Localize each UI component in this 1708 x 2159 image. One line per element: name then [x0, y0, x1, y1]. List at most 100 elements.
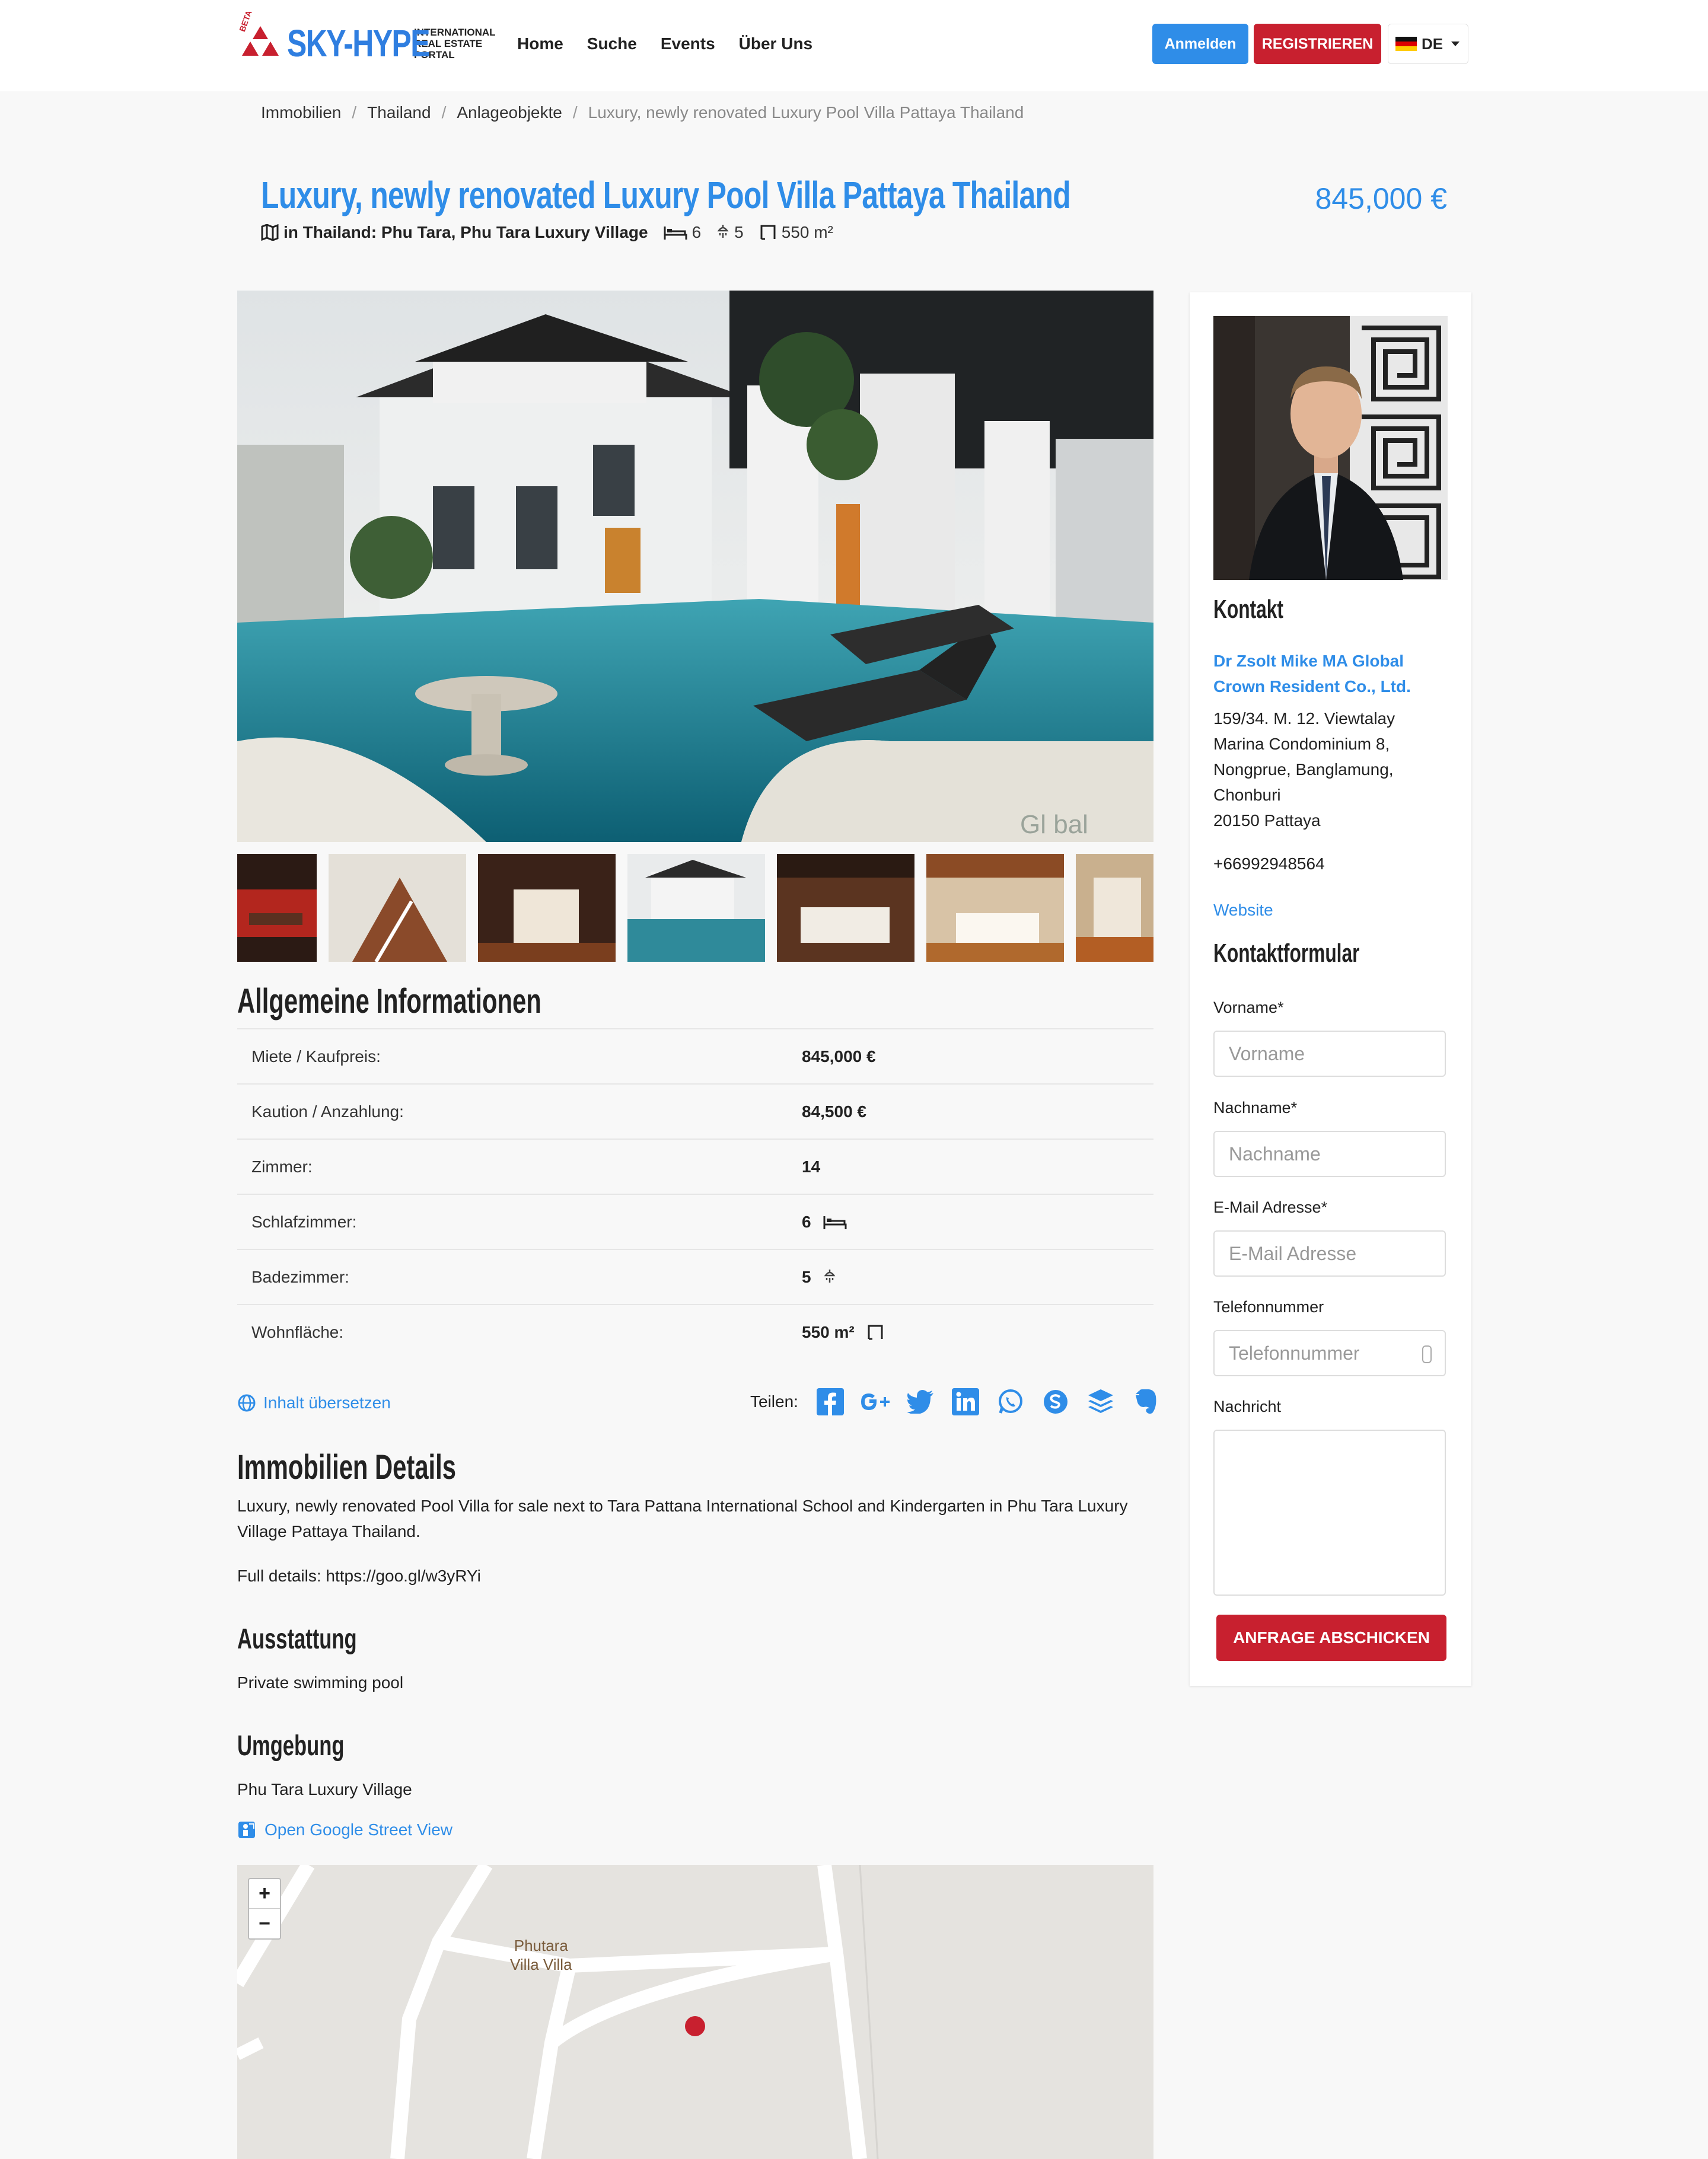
lastname-field[interactable]: Nachname	[1213, 1131, 1446, 1177]
globe-icon	[238, 1394, 256, 1412]
listing-title: Luxury, newly renovated Luxury Pool Vill…	[261, 174, 1071, 216]
row-value: 84,500 €	[802, 1102, 866, 1121]
surroundings-heading: Umgebung	[237, 1730, 345, 1762]
map-icon	[261, 224, 279, 241]
row-value: 845,000 €	[802, 1047, 876, 1066]
street-view-icon	[238, 1822, 255, 1838]
submit-inquiry-button[interactable]: ANFRAGE ABSCHICKEN	[1216, 1615, 1446, 1661]
breadcrumb-separator: /	[572, 103, 578, 122]
map-roads	[237, 1865, 879, 2159]
map-zoom-control: + −	[248, 1878, 281, 1940]
photo-thumbnails	[237, 854, 1153, 962]
language-code: DE	[1422, 34, 1443, 53]
listing-price: 845,000 €	[1315, 182, 1447, 215]
nav-search[interactable]: Suche	[587, 34, 637, 53]
contact-form-heading: Kontaktformular	[1213, 939, 1360, 968]
zoom-in-button[interactable]: +	[249, 1879, 280, 1909]
breadcrumb: Immobilien / Thailand / Anlageobjekte / …	[261, 103, 1024, 122]
register-button[interactable]: REGISTRIEREN	[1254, 24, 1381, 64]
agent-phone[interactable]: +66992948564	[1213, 851, 1451, 876]
breadcrumb-immobilien[interactable]: Immobilien	[261, 103, 341, 122]
phone-label: Telefonnummer	[1213, 1298, 1324, 1316]
share-bar: Teilen:	[750, 1386, 1175, 1417]
map-label-line1: Phutara	[514, 1937, 568, 1954]
twitter-icon[interactable]	[905, 1386, 936, 1417]
thumbnail-7[interactable]	[1076, 854, 1153, 962]
details-heading: Immobilien Details	[237, 1448, 456, 1487]
whatsapp-icon[interactable]	[995, 1386, 1026, 1417]
breadcrumb-thailand[interactable]: Thailand	[367, 103, 431, 122]
message-field[interactable]	[1213, 1430, 1446, 1596]
phone-field[interactable]: Telefonnummer	[1213, 1330, 1446, 1376]
agent-website-link[interactable]: Website	[1213, 901, 1273, 920]
general-info-table: Miete / Kaufpreis: 845,000 € Kaution / A…	[237, 1028, 1153, 1359]
evernote-icon[interactable]	[1130, 1386, 1161, 1417]
map-label-line2: Villa Villa	[510, 1956, 572, 1973]
bed-icon	[823, 1216, 847, 1229]
agent-company-link[interactable]: Dr Zsolt Mike MA Global Crown Resident C…	[1213, 648, 1451, 699]
street-view-label: Open Google Street View	[265, 1820, 453, 1839]
nav-about[interactable]: Über Uns	[739, 34, 812, 53]
bed-icon	[664, 227, 687, 240]
skype-icon[interactable]	[1040, 1386, 1071, 1417]
equipment-text: Private swimming pool	[237, 1673, 404, 1692]
lastname-label: Nachname*	[1213, 1099, 1298, 1117]
row-label: Zimmer:	[251, 1157, 313, 1176]
logo-name: SKY-HYPE	[287, 22, 431, 65]
row-value: 14	[802, 1157, 821, 1176]
thumbnail-1[interactable]	[237, 854, 317, 962]
thumbnail-5[interactable]	[777, 854, 914, 962]
table-row: Kaution / Anzahlung: 84,500 €	[237, 1083, 1153, 1139]
listing-subline: in Thailand: Phu Tara, Phu Tara Luxury V…	[261, 223, 833, 242]
nav-events[interactable]: Events	[661, 34, 715, 53]
email-label: E-Mail Adresse*	[1213, 1198, 1328, 1216]
facebook-icon[interactable]	[815, 1386, 846, 1417]
address-line: 20150 Pattaya	[1213, 811, 1321, 830]
area-value: 550 m²	[781, 223, 833, 241]
general-info-heading: Allgemeine Informationen	[237, 982, 541, 1020]
shower-icon	[717, 225, 729, 238]
chevron-down-icon	[1451, 42, 1460, 46]
translate-link[interactable]: Inhalt übersetzen	[237, 1393, 391, 1412]
table-row: Badezimmer: 5	[237, 1249, 1153, 1304]
table-row: Schlafzimmer: 6	[237, 1194, 1153, 1249]
row-value: 5	[802, 1267, 811, 1286]
firstname-field[interactable]: Vorname	[1213, 1031, 1446, 1077]
email-field[interactable]: E-Mail Adresse	[1213, 1230, 1446, 1277]
map-place-label: Phutara Villa Villa	[510, 1936, 572, 1974]
breadcrumb-anlageobjekte[interactable]: Anlageobjekte	[457, 103, 562, 122]
google-plus-icon[interactable]	[860, 1386, 891, 1417]
zoom-out-button[interactable]: −	[249, 1909, 280, 1938]
shower-icon	[824, 1269, 835, 1283]
language-selector[interactable]: DE	[1388, 24, 1468, 64]
bedrooms-meta: 6	[664, 223, 701, 242]
map-marker-icon[interactable]	[685, 2016, 705, 2036]
thumbnail-3[interactable]	[478, 854, 616, 962]
login-button[interactable]: Anmelden	[1152, 24, 1248, 64]
bathrooms-count: 5	[734, 223, 744, 241]
street-view-link[interactable]: Open Google Street View	[237, 1820, 453, 1839]
buffer-icon[interactable]	[1085, 1386, 1116, 1417]
number-spinner-icon[interactable]	[1422, 1345, 1432, 1363]
row-value-wrap: 550 m²	[802, 1323, 884, 1342]
details-full-link: Full details: https://goo.gl/w3yRYi	[237, 1567, 481, 1585]
phone-field-placeholder: Telefonnummer	[1229, 1342, 1360, 1364]
linkedin-icon[interactable]	[950, 1386, 981, 1417]
main-photo[interactable]: Gl bal	[237, 291, 1153, 842]
location-map[interactable]: + − Phutara Villa Villa	[237, 1865, 1153, 2159]
thumbnail-4[interactable]	[627, 854, 765, 962]
thumbnail-2[interactable]	[329, 854, 466, 962]
contact-sidebar: Kontakt Dr Zsolt Mike MA Global Crown Re…	[1190, 292, 1471, 1686]
translate-label: Inhalt übersetzen	[263, 1393, 391, 1412]
address-line: Chonburi	[1213, 786, 1281, 804]
german-flag-icon	[1395, 37, 1417, 51]
thumbnail-6[interactable]	[926, 854, 1064, 962]
site-logo[interactable]: BETA SKY-HYPE INTERNATIONAL REAL ESTATE …	[237, 9, 509, 66]
breadcrumb-current: Luxury, newly renovated Luxury Pool Vill…	[588, 103, 1024, 122]
row-label: Miete / Kaufpreis:	[251, 1047, 381, 1066]
row-value: 550 m²	[802, 1322, 855, 1341]
logo-mark-icon: BETA	[237, 9, 283, 63]
equipment-heading: Ausstattung	[237, 1624, 357, 1655]
area-icon	[868, 1325, 883, 1340]
nav-home[interactable]: Home	[517, 34, 563, 53]
